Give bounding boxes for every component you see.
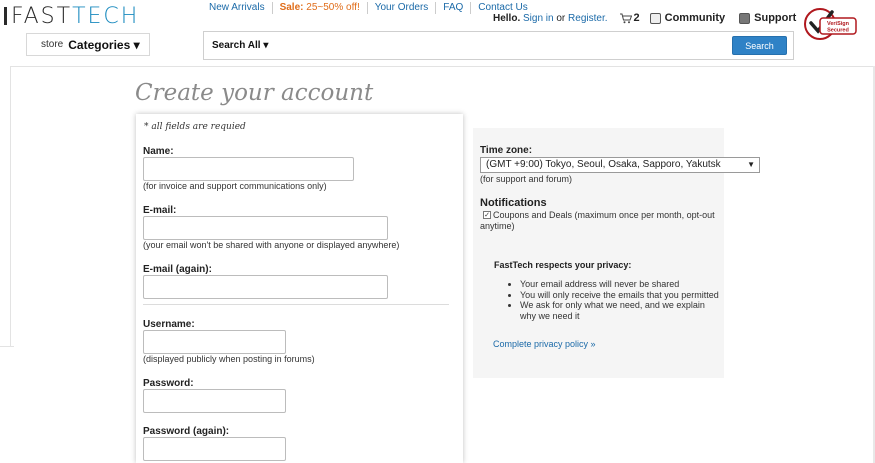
cart-count: 2 <box>633 12 640 24</box>
fasttech-logo[interactable]: FAST TECH <box>4 3 140 29</box>
hello-text: Hello. <box>493 12 521 24</box>
search-scope-dropdown[interactable]: Search All ▾ <box>212 40 268 51</box>
privacy-list: Your email address will never be shared … <box>520 279 720 321</box>
logo-tech-text: TECH <box>72 3 140 29</box>
privacy-item: You will only receive the emails that yo… <box>520 290 720 301</box>
registration-form: * all fields are requied Name: (for invo… <box>136 114 463 463</box>
search-bar[interactable]: Search All ▾ Search <box>203 31 794 60</box>
categories-label: Categories ▾ <box>68 37 140 52</box>
timezone-hint: (for support and forum) <box>480 174 573 184</box>
register-link[interactable]: Register. <box>568 13 607 24</box>
email-label: E-mail: <box>143 205 177 216</box>
form-divider <box>143 304 449 305</box>
left-border <box>10 66 11 346</box>
email-input[interactable] <box>143 216 388 240</box>
left-border-foot <box>0 346 14 347</box>
chevron-down-icon: ▼ <box>747 160 755 169</box>
or-text: or <box>553 12 569 24</box>
password-again-input[interactable] <box>143 437 286 461</box>
timezone-select[interactable]: (GMT +9:00) Tokyo, Seoul, Osaka, Sapporo… <box>480 157 760 173</box>
user-bar: Hello. Sign in or Register. 2 Community … <box>493 12 796 24</box>
cart-button[interactable]: 2 <box>619 12 640 24</box>
coupons-checkbox[interactable]: ✓ <box>483 211 491 219</box>
email-hint: (your email won't be shared with anyone … <box>143 240 400 250</box>
email-again-label: E-mail (again): <box>143 264 212 275</box>
community-link[interactable]: Community <box>649 12 726 24</box>
search-button[interactable]: Search <box>732 36 787 55</box>
notifications-label: Notifications <box>480 197 547 209</box>
timezone-value: (GMT +9:00) Tokyo, Seoul, Osaka, Sapporo… <box>486 159 721 170</box>
nav-sale[interactable]: Sale: 25~50% off! <box>273 2 368 14</box>
cart-icon <box>619 13 632 23</box>
username-hint: (displayed publicly when posting in foru… <box>143 354 315 364</box>
sale-prefix: Sale: <box>279 2 304 13</box>
verisign-seal-icon: VeriSign Secured <box>804 8 857 40</box>
verisign-badge[interactable]: VeriSign Secured <box>802 6 858 44</box>
community-label: Community <box>664 12 726 24</box>
nav-your-orders[interactable]: Your Orders <box>368 2 437 14</box>
support-icon <box>739 12 751 24</box>
password-label: Password: <box>143 378 194 389</box>
coupons-label: Coupons and Deals (maximum once per mont… <box>480 210 715 231</box>
username-input[interactable] <box>143 330 286 354</box>
privacy-title: FastTech respects your privacy: <box>494 260 632 270</box>
nav-new-arrivals[interactable]: New Arrivals <box>209 2 273 14</box>
support-link[interactable]: Support <box>739 12 796 24</box>
privacy-item: We ask for only what we need, and we exp… <box>520 300 720 321</box>
header-divider <box>10 66 875 67</box>
required-note: * all fields are requied <box>144 122 246 132</box>
logo-bar <box>4 7 7 25</box>
username-label: Username: <box>143 319 195 330</box>
sign-in-link[interactable]: Sign in <box>523 13 554 24</box>
top-navigation: New Arrivals Sale: 25~50% off! Your Orde… <box>209 2 535 14</box>
greeting: Hello. <box>493 13 523 24</box>
categories-prefix: store <box>41 39 64 50</box>
password-again-label: Password (again): <box>143 426 230 437</box>
email-again-input[interactable] <box>143 275 388 299</box>
timezone-label: Time zone: <box>480 145 533 156</box>
page-title: Create your account <box>135 80 374 106</box>
name-label: Name: <box>143 146 174 157</box>
verisign-line1: VeriSign <box>827 21 850 27</box>
community-icon <box>649 12 661 24</box>
verisign-line2: Secured <box>827 28 849 34</box>
nav-faq[interactable]: FAQ <box>436 2 472 14</box>
name-hint: (for invoice and support communications … <box>143 181 327 191</box>
privacy-policy-link[interactable]: Complete privacy policy » <box>493 339 596 349</box>
sale-text: 25~50% off! <box>303 2 360 13</box>
support-label: Support <box>754 12 797 24</box>
name-input[interactable] <box>143 157 354 181</box>
logo-fast-text: FAST <box>11 3 73 29</box>
categories-dropdown[interactable]: store Categories ▾ <box>26 33 150 56</box>
privacy-item: Your email address will never be shared <box>520 279 720 290</box>
password-input[interactable] <box>143 389 286 413</box>
